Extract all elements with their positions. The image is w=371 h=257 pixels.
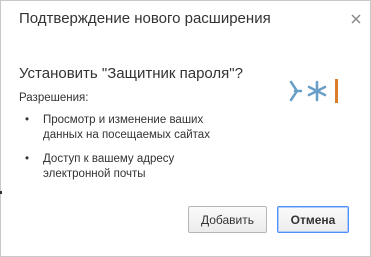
- extension-icon: [289, 79, 338, 103]
- permission-item: • Просмотр и изменение ваших данных на п…: [25, 113, 275, 145]
- bullet: •: [25, 114, 30, 126]
- extension-confirm-dialog: Подтверждение нового расширения Установи…: [0, 0, 371, 257]
- permissions-heading: Разрешения:: [19, 92, 89, 104]
- close-button[interactable]: [350, 12, 362, 24]
- permission-text: Просмотр и изменение ваших данных на пос…: [43, 114, 210, 141]
- install-question: Установить "Защитник пароля"?: [19, 65, 243, 82]
- permission-item: • Доступ к вашему адресу электронной поч…: [25, 152, 275, 184]
- dialog-title-bar: Подтверждение нового расширения: [1, 1, 370, 37]
- cancel-button[interactable]: Отмена: [277, 206, 349, 233]
- add-button[interactable]: Добавить: [188, 206, 267, 233]
- background-artifact: [0, 191, 2, 194]
- close-icon: [351, 14, 361, 24]
- dialog-title: Подтверждение нового расширения: [19, 10, 271, 27]
- permission-text: Доступ к вашему адресу электронной почты: [43, 153, 175, 180]
- bullet: •: [25, 153, 30, 165]
